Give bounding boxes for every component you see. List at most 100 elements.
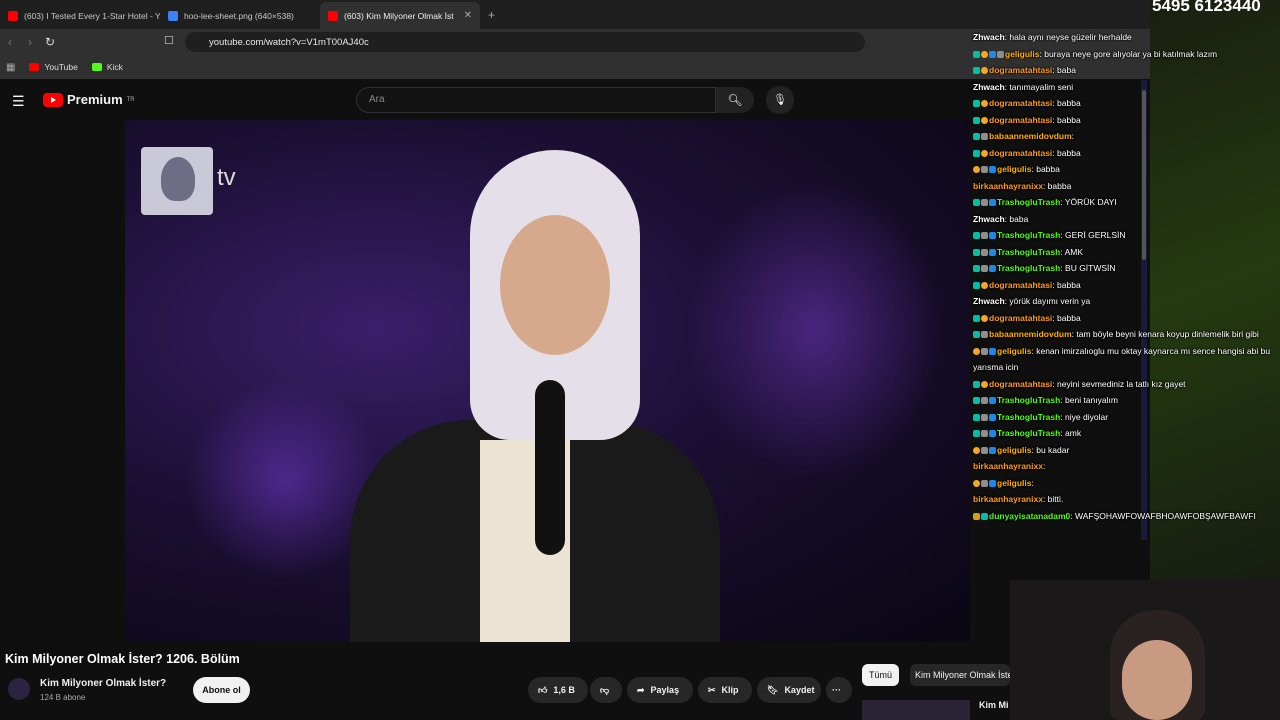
chip-related[interactable]: Kim Milyoner Olmak İster (910, 664, 1010, 686)
clip-label: Klip (721, 685, 739, 695)
chat-message: dogramatahtasi: babba (970, 277, 1280, 294)
search-button[interactable]: 🔍︎ (716, 87, 754, 113)
forward-icon[interactable]: › (20, 35, 40, 49)
channel-name[interactable]: Kim Milyoner Olmak İster? (40, 678, 166, 689)
subscribe-button[interactable]: Abone ol (193, 677, 250, 703)
chat-badge-icon (973, 166, 980, 173)
share-button[interactable]: ➦ Paylaş (627, 677, 693, 703)
chat-username[interactable]: geligulis (997, 445, 1031, 455)
tab-hotel-video[interactable]: (603) I Tested Every 1-Star Hotel - Yo (0, 2, 160, 29)
chat-text: babba (1057, 147, 1081, 158)
chat-username[interactable]: geligulis (997, 346, 1031, 356)
chat-badge-icon (973, 116, 980, 124)
chat-username[interactable]: TrashogluTrash (997, 197, 1060, 207)
chat-username[interactable]: TrashogluTrash (997, 428, 1060, 438)
bookmark-icon[interactable]: ☐ (164, 34, 174, 47)
chat-badge-icon (973, 50, 980, 58)
chat-username[interactable]: geligulis (1005, 49, 1039, 59)
chat-badge-icon (981, 331, 988, 338)
webcam-feed (1010, 580, 1280, 720)
chat-text: BU GİTWSİN (1065, 263, 1116, 273)
channel-watermark-icon (141, 147, 213, 215)
chat-username[interactable]: TrashogluTrash (997, 395, 1060, 405)
next-video-title[interactable]: Kim Mil 1205. B (979, 700, 1009, 710)
back-icon[interactable]: ‹ (0, 35, 20, 49)
chat-text: AMK (1064, 246, 1083, 257)
youtube-favicon-icon (8, 10, 18, 21)
chat-username[interactable]: geligulis (997, 164, 1031, 174)
search-input[interactable]: Ara (356, 87, 716, 113)
chat-badge-icon (981, 314, 988, 322)
chat-username[interactable]: birkaanhayranixx (973, 181, 1043, 191)
bookmark-youtube[interactable]: YouTube (29, 62, 78, 72)
chat-username[interactable]: birkaanhayranixx (973, 461, 1043, 471)
chat-text: babba (1036, 164, 1060, 174)
hamburger-menu-icon[interactable]: ☰ (12, 93, 25, 110)
close-tab-icon[interactable]: ✕ (464, 10, 472, 21)
chat-username[interactable]: babaannemidovdum (989, 329, 1072, 339)
url-text: youtube.com/watch?v=V1mT00AJ40c (209, 36, 369, 48)
chat-username[interactable]: geligulis (997, 478, 1031, 488)
chat-username[interactable]: TrashogluTrash (997, 412, 1060, 422)
share-label: Paylaş (650, 685, 680, 695)
chat-username[interactable]: dogramatahtasi (989, 115, 1052, 125)
chat-message: Zhwach: baba (970, 211, 1280, 228)
chat-username[interactable]: TrashogluTrash (997, 230, 1060, 240)
address-bar[interactable]: youtube.com/watch?v=V1mT00AJ40c (185, 32, 865, 52)
chat-username[interactable]: dogramatahtasi (989, 65, 1052, 75)
chat-username[interactable]: dunyayisatanadam0 (989, 511, 1070, 521)
chat-username[interactable]: TrashogluTrash (997, 263, 1060, 273)
chat-username[interactable]: Zhwach (973, 214, 1005, 224)
chat-username[interactable]: TrashogluTrash (997, 247, 1060, 257)
contestant-face (500, 215, 610, 355)
chat-badge-icon (989, 199, 996, 206)
tab-label: hoo-lee-sheet.png (640×538) (184, 10, 294, 21)
bookmark-label: Kick (106, 62, 123, 72)
chat-username[interactable]: dogramatahtasi (989, 280, 1052, 290)
tab-image[interactable]: hoo-lee-sheet.png (640×538) (160, 2, 320, 29)
chat-message: dogramatahtasi: babba (970, 310, 1280, 327)
youtube-premium-logo[interactable]: Premium TR (43, 92, 135, 107)
chat-username[interactable]: Zhwach (973, 82, 1005, 92)
voice-search-button[interactable]: 🎙︎ (766, 86, 794, 114)
bookmark-label: YouTube (44, 62, 78, 72)
chat-username[interactable]: birkaanhayranixx (973, 494, 1043, 504)
chat-username[interactable]: dogramatahtasi (989, 98, 1052, 108)
apps-grid-icon[interactable]: ▦ (6, 62, 15, 73)
more-actions-button[interactable]: ··· (826, 677, 852, 703)
chat-message: dunyayisatanadam0: WAFŞOHAWFOWAFBHOAWFOB… (970, 508, 1280, 525)
tab-current-video[interactable]: (603) Kim Milyoner Olmak İst ✕ (320, 2, 480, 29)
youtube-icon (29, 63, 40, 71)
bookmark-kick[interactable]: Kick (91, 62, 123, 72)
like-button[interactable]: 👍︎ 1,6 B (528, 677, 588, 703)
chat-separator: : (1071, 131, 1075, 141)
next-video-thumbnail[interactable] (862, 700, 970, 720)
thumbs-down-icon: 👎︎ (600, 684, 610, 695)
chat-text: niye diyolar (1065, 411, 1109, 422)
dislike-button[interactable]: 👎︎ (590, 677, 622, 703)
chat-username[interactable]: dogramatahtasi (989, 379, 1052, 389)
chat-message: TrashogluTrash: BU GİTWSİN (970, 260, 1280, 277)
chat-badge-icon (981, 100, 988, 107)
channel-avatar[interactable] (8, 678, 30, 700)
save-button[interactable]: 🔖︎ Kaydet (757, 677, 821, 703)
chat-username[interactable]: Zhwach (973, 32, 1005, 42)
chip-all[interactable]: Tümü (862, 664, 900, 686)
chat-username[interactable]: babaannemidovdum (989, 131, 1072, 141)
chat-badge-icon (989, 248, 996, 256)
chat-text: tanımayalim seni (1009, 81, 1074, 92)
chat-username[interactable]: Zhwach (973, 296, 1005, 306)
chat-badge-icon (973, 413, 980, 421)
chat-username[interactable]: dogramatahtasi (989, 148, 1052, 158)
search-icon: 🔍︎ (727, 93, 743, 107)
chat-badge-icon (973, 512, 980, 520)
chat-text: babba (1047, 180, 1072, 191)
reload-icon[interactable]: ↻ (40, 35, 60, 49)
clip-button[interactable]: ✂ Klip (698, 677, 752, 703)
video-player[interactable]: tv (125, 120, 970, 642)
kick-icon (91, 63, 102, 71)
chat-text: beni tanıyalım (1065, 395, 1118, 405)
new-tab-button[interactable]: + (480, 2, 503, 29)
chat-username[interactable]: dogramatahtasi (989, 313, 1052, 323)
logo-text: Premium (67, 92, 123, 107)
